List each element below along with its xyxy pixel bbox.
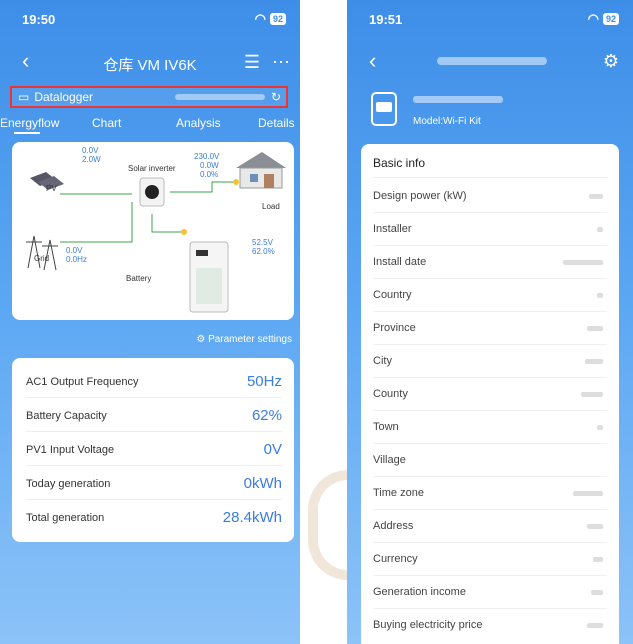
datalogger-bar[interactable]: ▭ Datalogger ↻: [10, 86, 288, 108]
metric-label: PV1 Input Voltage: [26, 444, 115, 456]
metric-value: 50Hz: [246, 373, 282, 390]
nav-bar: ‹ 仓库 VM IV6K ☰ ⋯: [0, 50, 300, 76]
basic-info-card: Basic info Design power (kW) Installer I…: [361, 144, 619, 644]
metric-row: Battery Capacity 62%: [26, 400, 282, 432]
info-label: Address: [373, 520, 414, 532]
settings-gear-icon[interactable]: ⚙: [603, 51, 619, 72]
battery-voltage: 52.5V: [252, 238, 273, 247]
filter-icon[interactable]: ☰: [244, 52, 260, 73]
info-row[interactable]: Country: [373, 279, 607, 312]
tab-chart[interactable]: Chart: [92, 116, 121, 130]
info-row[interactable]: Village: [373, 444, 607, 477]
status-bar: 19:51 ◠ 92: [365, 10, 619, 30]
metric-value: 0V: [263, 441, 282, 458]
inverter-icon: [139, 177, 165, 207]
status-time: 19:51: [369, 12, 403, 27]
datalogger-icon: ▭: [18, 90, 30, 104]
info-label: Installer: [373, 223, 412, 235]
info-row[interactable]: Time zone: [373, 477, 607, 510]
metric-label: Battery Capacity: [26, 410, 107, 422]
device-title-redacted: [437, 57, 547, 65]
inverter-label: Solar inverter: [128, 164, 176, 173]
info-label: County: [373, 388, 408, 400]
metrics-card: AC1 Output Frequency 50Hz Battery Capaci…: [12, 358, 294, 542]
metric-row: Total generation 28.4kWh: [26, 502, 282, 534]
info-row[interactable]: Province: [373, 312, 607, 345]
active-tab-indicator: [14, 132, 40, 134]
load-power: 0.0W: [200, 161, 219, 170]
info-label: Buying electricity price: [373, 619, 483, 631]
info-row[interactable]: Address: [373, 510, 607, 543]
battery-label: Battery: [126, 274, 152, 283]
pv-label: PV: [46, 184, 57, 193]
grid-label: Grid: [34, 254, 50, 263]
metric-row: Today generation 0kWh: [26, 468, 282, 500]
gear-icon: ⚙: [196, 334, 206, 345]
info-label: Currency: [373, 553, 418, 565]
load-percent: 0.0%: [200, 170, 219, 179]
device-name-redacted: [413, 96, 503, 103]
info-row[interactable]: Design power (kW): [373, 180, 607, 213]
battery-cabinet-icon: [189, 241, 229, 313]
status-bar: 19:50 ◠ 92: [18, 10, 286, 30]
energy-flow-card: 0.0V 2.0W PV Solar inverter 230.0V 0.0W …: [12, 142, 294, 320]
battery-soc: 62.0%: [252, 247, 275, 256]
grid-tower-icon: [26, 235, 58, 271]
wifi-icon: ◠: [587, 11, 599, 26]
info-row[interactable]: Install date: [373, 246, 607, 279]
tab-bar: Energyflow Chart Analysis Details: [0, 116, 300, 136]
info-label: City: [373, 355, 392, 367]
info-label: Time zone: [373, 487, 424, 499]
info-row[interactable]: Installer: [373, 213, 607, 246]
load-voltage: 230.0V: [194, 152, 220, 161]
info-label: Country: [373, 289, 412, 301]
energyflow-screen: 19:50 ◠ 92 ‹ 仓库 VM IV6K ☰ ⋯ ▭ Datalogger …: [0, 0, 300, 644]
datalogger-device-icon: [371, 92, 397, 126]
info-label: Generation income: [373, 586, 466, 598]
info-label: Design power (kW): [373, 190, 467, 202]
wifi-icon: ◠: [254, 11, 266, 26]
separator: [300, 0, 358, 644]
battery-icon: 92: [269, 13, 286, 25]
info-row[interactable]: County: [373, 378, 607, 411]
metric-value: 28.4kWh: [222, 509, 282, 526]
device-info-screen: 19:51 ◠ 92 ‹ ⚙ Model:Wi-Fi Kit Basic info…: [347, 0, 633, 644]
info-label: Install date: [373, 256, 427, 268]
device-model: Model:Wi-Fi Kit: [413, 116, 481, 127]
metric-label: Total generation: [26, 512, 105, 524]
datalogger-label: Datalogger: [34, 90, 94, 104]
metric-row: PV1 Input Voltage 0V: [26, 434, 282, 466]
info-row[interactable]: Currency: [373, 543, 607, 576]
metric-row: AC1 Output Frequency 50Hz: [26, 366, 282, 398]
battery-icon: 92: [602, 13, 619, 25]
metric-label: Today generation: [26, 478, 111, 490]
tab-analysis[interactable]: Analysis: [176, 116, 221, 130]
grid-frequency: 0.0Hz: [66, 255, 87, 264]
pv-power: 2.0W: [82, 155, 101, 164]
info-row[interactable]: Town: [373, 411, 607, 444]
parameter-settings-link[interactable]: ⚙ Parameter settings: [196, 334, 292, 345]
info-label: Province: [373, 322, 416, 334]
metric-value: 62%: [251, 407, 282, 424]
pv-voltage: 0.0V: [82, 146, 99, 155]
house-icon: [236, 152, 286, 189]
load-label: Load: [262, 202, 280, 211]
metric-value: 0kWh: [243, 475, 282, 492]
info-row[interactable]: Buying electricity price: [373, 609, 607, 642]
status-time: 19:50: [22, 12, 56, 27]
tab-energyflow[interactable]: Energyflow: [0, 116, 59, 130]
refresh-icon[interactable]: ↻: [271, 90, 281, 104]
grid-voltage: 0.0V: [66, 246, 83, 255]
datalogger-serial: [174, 94, 265, 100]
parameter-settings-label: Parameter settings: [208, 334, 292, 345]
metric-label: AC1 Output Frequency: [26, 376, 139, 388]
back-icon[interactable]: ‹: [369, 50, 376, 72]
info-row[interactable]: City: [373, 345, 607, 378]
info-row[interactable]: Generation income: [373, 576, 607, 609]
tab-details[interactable]: Details: [258, 116, 295, 130]
info-label: Town: [373, 421, 399, 433]
more-icon[interactable]: ⋯: [272, 52, 290, 73]
info-label: Village: [373, 454, 406, 466]
basic-info-heading: Basic info: [373, 156, 426, 170]
